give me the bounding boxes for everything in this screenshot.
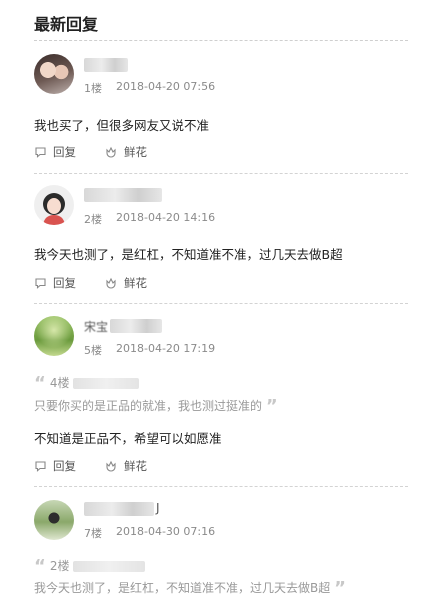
reply-content: 我今天也测了，是红杠，不知道准不准，过几天去做B超	[34, 247, 343, 262]
reply-date: 2018-04-20 17:19	[116, 342, 216, 355]
avatar[interactable]	[34, 316, 74, 356]
flower-label: 鲜花	[124, 459, 147, 473]
quote-text: 只要你买的是正品的就准，我也测过挺准的 ”	[34, 396, 278, 417]
reply-button[interactable]: 回复	[34, 275, 76, 291]
floor-number: 7楼	[84, 527, 102, 540]
quote-content: 只要你买的是正品的就准，我也测过挺准的	[34, 399, 263, 413]
open-quote-icon: “	[34, 373, 46, 394]
avatar[interactable]	[34, 500, 74, 540]
quote-header: “2楼	[34, 556, 146, 577]
flower-icon	[106, 277, 116, 289]
reply-actions: 回复 鲜花	[34, 144, 175, 160]
avatar[interactable]	[34, 54, 74, 94]
flower-button[interactable]: 鲜花	[104, 144, 147, 160]
reply-label: 回复	[53, 459, 76, 473]
close-quote-icon: ”	[265, 396, 278, 417]
flower-label: 鲜花	[124, 145, 147, 159]
open-quote-icon: “	[34, 556, 46, 577]
avatar[interactable]	[34, 185, 74, 225]
quote-username-blurred	[73, 561, 146, 572]
comment-icon	[35, 146, 46, 158]
reply-date: 2018-04-30 07:16	[116, 525, 216, 538]
username-blurred[interactable]	[110, 319, 162, 333]
comment-icon	[35, 460, 46, 472]
flower-button[interactable]: 鲜花	[104, 458, 147, 474]
reply-actions: 回复 鲜花	[34, 458, 175, 474]
divider	[34, 303, 408, 304]
quote-floor: 2楼	[49, 559, 70, 573]
username-partial[interactable]: 宋宝	[84, 318, 108, 335]
page: 最新回复 1楼 2018-04-20 07:56 我也买了，但很多网友又说不准 …	[0, 0, 446, 599]
reply-label: 回复	[53, 145, 76, 159]
flower-label: 鲜花	[124, 276, 147, 290]
quote-username-blurred	[73, 378, 140, 389]
quote-header: “4楼	[34, 373, 140, 394]
comment-icon	[35, 277, 46, 289]
reply-date: 2018-04-20 14:16	[116, 211, 216, 224]
quote-content: 我今天也测了，是红杠，不知道准不准，过几天去做B超	[34, 581, 331, 595]
section-title: 最新回复	[34, 15, 99, 34]
quote-floor: 4楼	[49, 376, 70, 390]
flower-button[interactable]: 鲜花	[104, 275, 147, 291]
flower-icon	[106, 146, 116, 158]
floor-number: 1楼	[84, 82, 102, 95]
default-avatar-icon	[43, 193, 65, 225]
username-blurred[interactable]	[84, 188, 162, 202]
quote-text: 我今天也测了，是红杠，不知道准不准，过几天去做B超 ”	[34, 578, 346, 599]
flower-icon	[106, 460, 116, 472]
reply-label: 回复	[53, 276, 76, 290]
floor-number: 5楼	[84, 344, 102, 357]
reply-button[interactable]: 回复	[34, 144, 76, 160]
reply-date: 2018-04-20 07:56	[116, 80, 216, 93]
reply-content: 不知道是正品不，希望可以如愿准	[34, 431, 222, 446]
username-blurred[interactable]	[84, 58, 128, 72]
username-blurred[interactable]	[84, 502, 154, 516]
divider	[34, 486, 408, 487]
reply-button[interactable]: 回复	[34, 458, 76, 474]
reply-content: 我也买了，但很多网友又说不准	[34, 118, 210, 133]
username-partial[interactable]: J	[156, 501, 160, 515]
divider	[34, 40, 408, 41]
divider	[34, 173, 408, 174]
floor-number: 2楼	[84, 213, 102, 226]
close-quote-icon: ”	[334, 578, 346, 599]
reply-actions: 回复 鲜花	[34, 275, 175, 291]
